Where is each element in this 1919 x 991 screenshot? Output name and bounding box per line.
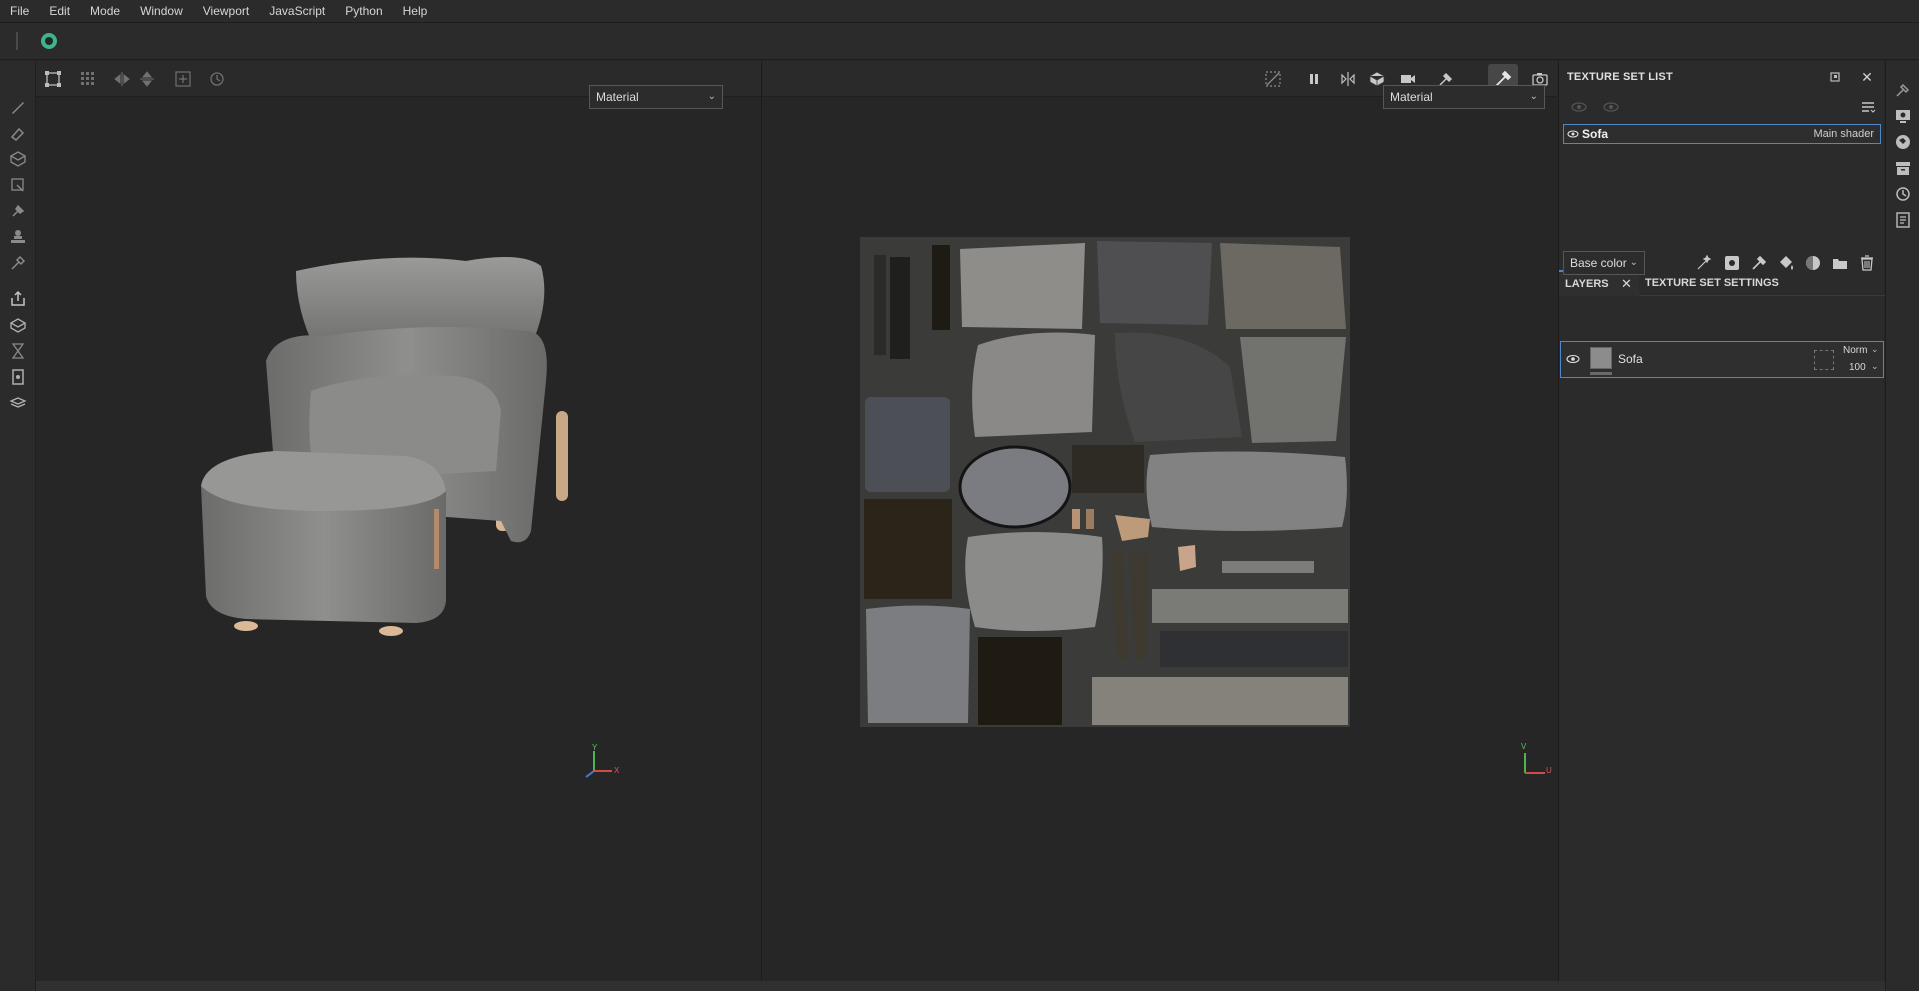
document-icon[interactable] [8,367,28,387]
pause-icon[interactable] [1305,70,1323,88]
status-bar [36,981,1885,991]
axis-gizmo-3d [585,751,612,778]
menu-edit[interactable]: Edit [39,0,80,23]
menu-window[interactable]: Window [130,0,193,23]
smudge-icon[interactable] [8,201,28,221]
library-icon[interactable] [8,393,28,413]
filter-menu-icon[interactable] [1860,100,1876,114]
clone-icon[interactable] [8,227,28,247]
hourglass-icon[interactable] [8,341,28,361]
pencil-icon[interactable] [8,97,28,117]
bake-icon[interactable] [8,315,28,335]
uv-texture-atlas[interactable] [860,237,1350,727]
sofa-3d-model[interactable] [126,211,646,651]
symmetry-icon[interactable] [1339,70,1357,88]
mirror-y-icon[interactable] [138,70,156,88]
close-icon[interactable]: ✕ [1861,61,1873,93]
eraser-icon[interactable] [8,123,28,143]
delete-icon[interactable] [1858,254,1876,272]
app-logo-icon[interactable] [41,33,57,49]
menu-javascript[interactable]: JavaScript [259,0,335,23]
context-toolbar [0,23,1919,60]
viewport-2d[interactable]: Material ⌄ V U [763,61,1557,981]
viewport-3d[interactable]: Material ⌄ Y X [36,61,762,981]
brush-properties-icon[interactable] [1894,81,1912,99]
viewport-3d-channel-value: Material [596,90,639,104]
right-panel: TEXTURE SET LIST ✕ Sofa Main shader LAYE… [1558,61,1885,991]
toolbar-grip[interactable] [16,32,18,50]
select-icon[interactable] [44,70,62,88]
chevron-down-icon[interactable]: ⌄ [1871,344,1879,355]
add-effect-icon[interactable] [1695,254,1713,272]
add-mask-icon[interactable] [1723,254,1741,272]
show-all-icon[interactable] [1603,100,1619,114]
axis-u-label: U [1546,766,1552,775]
layer-blend-mode[interactable]: Norm [1843,345,1867,356]
tool-sidebar [0,61,36,991]
viewport-3d-channel-select[interactable]: Material ⌄ [589,85,723,109]
history-icon[interactable] [208,70,226,88]
viewport-2d-channel-value: Material [1390,90,1433,104]
menu-file[interactable]: File [0,0,39,23]
layer-mask-slot[interactable] [1814,350,1834,370]
axis-gizmo-uv [1524,753,1545,774]
add-folder-icon[interactable] [1831,254,1849,272]
layer-thumbnail[interactable] [1590,347,1612,369]
layer-channel-select[interactable]: Base color ⌄ [1563,251,1645,275]
layer-opacity[interactable]: 100 [1849,362,1866,373]
chevron-down-icon[interactable]: ⌄ [1871,361,1879,372]
eye-icon[interactable] [1567,128,1579,140]
hide-all-icon[interactable] [1571,100,1587,114]
projection-icon[interactable] [8,149,28,169]
axis-x-label: X [614,766,620,775]
tab-layers-label: LAYERS [1565,278,1609,290]
axis-y-label: Y [592,743,598,752]
history-icon[interactable] [1894,185,1912,203]
layer-name[interactable]: Sofa [1618,352,1643,366]
menu-help[interactable]: Help [393,0,438,23]
tab-texture-set-settings[interactable]: TEXTURE SET SETTINGS [1639,270,1785,296]
texture-set-shader[interactable]: Main shader [1813,125,1874,143]
chevron-down-icon: ⌄ [1529,91,1538,102]
texture-set-row[interactable]: Sofa Main shader [1563,124,1881,144]
add-fill-layer-icon[interactable] [1777,254,1795,272]
grid-icon[interactable] [79,70,97,88]
menu-bar: File Edit Mode Window Viewport JavaScrip… [0,0,1919,23]
texture-set-name: Sofa [1582,127,1609,141]
axis-v-label: V [1521,742,1527,751]
add-smart-material-icon[interactable] [1804,254,1822,272]
menu-python[interactable]: Python [335,0,392,23]
texture-set-list-title: TEXTURE SET LIST [1567,71,1673,83]
menu-mode[interactable]: Mode [80,0,130,23]
layer-thumbnail-bar [1590,372,1612,375]
hide-icon[interactable] [1264,70,1282,88]
close-icon[interactable]: ✕ [1621,272,1632,296]
add-icon[interactable] [174,70,192,88]
undock-icon[interactable] [1829,61,1841,93]
export-icon[interactable] [8,289,28,309]
display-settings-icon[interactable] [1894,107,1912,125]
color-picker-icon[interactable] [8,253,28,273]
mirror-x-icon[interactable] [113,70,131,88]
polygon-fill-icon[interactable] [8,175,28,195]
layer-row[interactable]: Sofa Norm ⌄ 100 ⌄ [1560,341,1884,378]
environment-icon[interactable] [1894,133,1912,151]
tab-texture-set-settings-label: TEXTURE SET SETTINGS [1645,277,1779,289]
menu-viewport[interactable]: Viewport [193,0,259,23]
right-icon-strip [1885,61,1919,991]
chevron-down-icon: ⌄ [1629,257,1638,268]
chevron-down-icon: ⌄ [707,91,716,102]
add-paint-layer-icon[interactable] [1750,254,1768,272]
texture-set-list-header: TEXTURE SET LIST ✕ [1559,61,1885,93]
eye-icon[interactable] [1566,353,1580,365]
log-icon[interactable] [1894,211,1912,229]
archive-icon[interactable] [1894,159,1912,177]
viewport-2d-channel-select[interactable]: Material ⌄ [1383,85,1545,109]
layer-channel-value: Base color [1570,256,1627,270]
